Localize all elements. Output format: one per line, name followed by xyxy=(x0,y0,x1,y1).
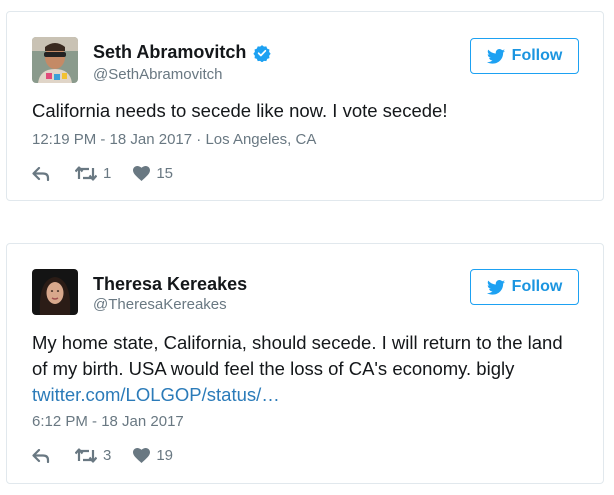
follow-label: Follow xyxy=(511,278,563,295)
like-button[interactable]: 19 xyxy=(133,447,173,464)
retweet-icon xyxy=(75,448,97,463)
tweet-actions: 3 19 xyxy=(32,447,173,464)
tweet-body: My home state, California, should secede… xyxy=(32,332,563,379)
follow-button[interactable]: Follow xyxy=(470,269,579,305)
author-handle[interactable]: @TheresaKereakes xyxy=(93,296,227,313)
avatar[interactable] xyxy=(32,37,78,83)
verified-badge-icon xyxy=(253,44,271,62)
tweet-card: Seth Abramovitch @SethAbramovitch Follow… xyxy=(6,11,604,201)
reply-button[interactable] xyxy=(32,448,50,463)
tweet-text: My home state, California, should secede… xyxy=(32,330,583,408)
retweet-button[interactable]: 3 xyxy=(75,447,111,464)
heart-icon xyxy=(133,448,151,463)
reply-button[interactable] xyxy=(32,166,50,181)
tweet-card: Theresa Kereakes @TheresaKereakes Follow… xyxy=(6,243,604,484)
tweet-timestamp[interactable]: 6:12 PM - 18 Jan 2017 xyxy=(32,413,184,430)
like-count: 19 xyxy=(156,447,174,464)
author-name[interactable]: Theresa Kereakes xyxy=(93,274,247,295)
tweet-timestamp[interactable]: 12:19 PM - 18 Jan 2017 · Los Angeles, CA xyxy=(32,131,316,148)
heart-icon xyxy=(133,166,151,181)
tweet-text: California needs to secede like now. I v… xyxy=(32,100,448,121)
author-row: Theresa Kereakes xyxy=(93,274,247,295)
author-name[interactable]: Seth Abramovitch xyxy=(93,42,246,63)
tweet-actions: 1 15 xyxy=(32,165,173,182)
retweet-count: 3 xyxy=(103,447,112,464)
reply-icon xyxy=(32,166,50,181)
reply-icon xyxy=(32,448,50,463)
follow-button[interactable]: Follow xyxy=(470,38,579,74)
avatar[interactable] xyxy=(32,269,78,315)
retweet-button[interactable]: 1 xyxy=(75,165,111,182)
retweet-icon xyxy=(75,166,97,181)
follow-label: Follow xyxy=(511,47,563,64)
author-handle[interactable]: @SethAbramovitch xyxy=(93,66,222,83)
tweet-link[interactable]: twitter.com/LOLGOP/status/… xyxy=(32,382,583,408)
author-row: Seth Abramovitch xyxy=(93,42,271,63)
retweet-count: 1 xyxy=(103,165,112,182)
like-count: 15 xyxy=(156,165,174,182)
twitter-bird-icon xyxy=(486,279,505,295)
like-button[interactable]: 15 xyxy=(133,165,173,182)
twitter-bird-icon xyxy=(486,48,505,64)
